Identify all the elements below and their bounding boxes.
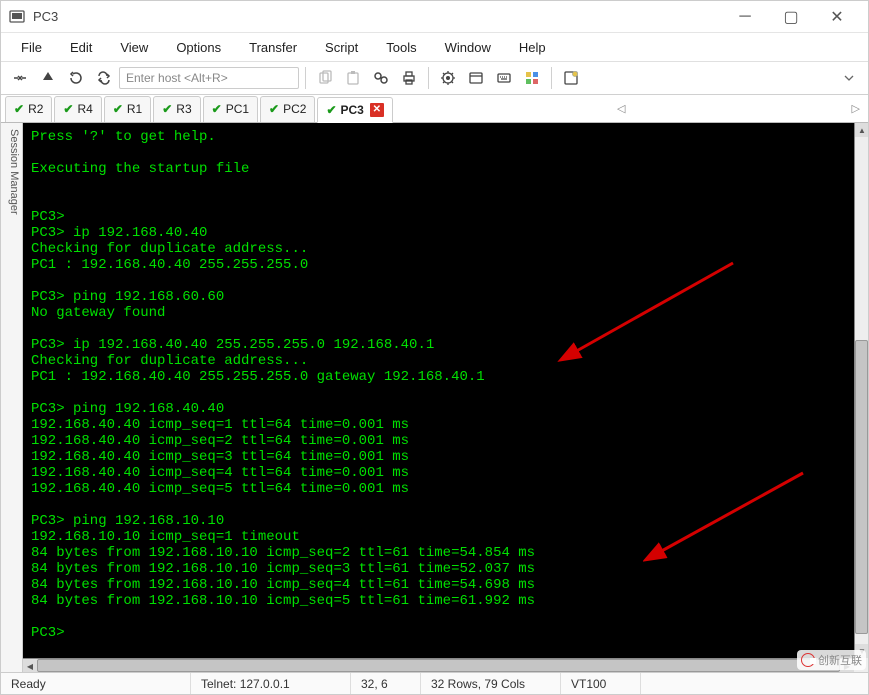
check-icon: ✔	[14, 102, 24, 116]
host-input[interactable]: Enter host <Alt+R>	[119, 67, 299, 89]
toolbar: Enter host <Alt+R>	[1, 61, 868, 95]
keyword-highlight-icon[interactable]	[519, 65, 545, 91]
session-manager-sidebar[interactable]: Session Manager	[1, 123, 23, 672]
tab-pc3[interactable]: ✔PC3✕	[317, 97, 392, 123]
check-icon: ✔	[63, 102, 73, 116]
terminal-pane[interactable]: Press '?' to get help. Executing the sta…	[23, 123, 868, 672]
tab-r2[interactable]: ✔R2	[5, 96, 52, 122]
app-icon	[9, 9, 25, 25]
window-controls: ─ ▢ ✕	[722, 1, 860, 33]
tab-r3[interactable]: ✔R3	[153, 96, 200, 122]
copy-icon[interactable]	[312, 65, 338, 91]
status-ready: Ready	[1, 673, 191, 694]
find-icon[interactable]	[368, 65, 394, 91]
status-connection: Telnet: 127.0.0.1	[191, 673, 351, 694]
help-icon[interactable]	[558, 65, 584, 91]
check-icon: ✔	[113, 102, 123, 116]
watermark: 创新互联	[797, 650, 866, 670]
status-size: 32 Rows, 79 Cols	[421, 673, 561, 694]
tab-r4[interactable]: ✔R4	[54, 96, 101, 122]
menu-file[interactable]: File	[7, 36, 56, 59]
paste-icon[interactable]	[340, 65, 366, 91]
status-cursor: 32, 6	[351, 673, 421, 694]
close-button[interactable]: ✕	[814, 1, 860, 33]
disconnect-icon[interactable]	[63, 65, 89, 91]
menu-options[interactable]: Options	[162, 36, 235, 59]
menubar: File Edit View Options Transfer Script T…	[1, 33, 868, 61]
scroll-thumb[interactable]	[37, 659, 840, 672]
vertical-scrollbar[interactable]: ▲ ▼	[854, 123, 868, 658]
tab-r1[interactable]: ✔R1	[104, 96, 151, 122]
check-icon: ✔	[269, 102, 279, 116]
tab-pc1[interactable]: ✔PC1	[203, 96, 258, 122]
quick-connect-icon[interactable]	[7, 65, 33, 91]
keymap-icon[interactable]	[491, 65, 517, 91]
reconnect-all-icon[interactable]	[91, 65, 117, 91]
scroll-thumb[interactable]	[855, 340, 868, 634]
toolbar-overflow-icon[interactable]	[836, 65, 862, 91]
menu-view[interactable]: View	[106, 36, 162, 59]
menu-edit[interactable]: Edit	[56, 36, 106, 59]
menu-transfer[interactable]: Transfer	[235, 36, 311, 59]
scroll-up-icon[interactable]: ▲	[855, 123, 868, 137]
options-icon[interactable]	[435, 65, 461, 91]
print-icon[interactable]	[396, 65, 422, 91]
menu-window[interactable]: Window	[431, 36, 505, 59]
tabbar: ✔R2 ✔R4 ✔R1 ✔R3 ✔PC1 ✔PC2 ✔PC3✕ ◁ ▷	[1, 95, 868, 123]
tab-nav-right[interactable]: ▷	[848, 102, 864, 115]
check-icon: ✔	[326, 103, 336, 117]
statusbar: Ready Telnet: 127.0.0.1 32, 6 32 Rows, 7…	[1, 672, 868, 694]
menu-script[interactable]: Script	[311, 36, 372, 59]
minimize-button[interactable]: ─	[722, 1, 768, 33]
window-title: PC3	[33, 9, 58, 24]
check-icon: ✔	[162, 102, 172, 116]
menu-tools[interactable]: Tools	[372, 36, 430, 59]
reconnect-icon[interactable]	[35, 65, 61, 91]
horizontal-scrollbar[interactable]: ◀ ▶	[23, 658, 854, 672]
maximize-button[interactable]: ▢	[768, 1, 814, 33]
host-placeholder: Enter host <Alt+R>	[126, 71, 228, 85]
tab-nav-left[interactable]: ◁	[613, 102, 629, 115]
check-icon: ✔	[212, 102, 222, 116]
menu-help[interactable]: Help	[505, 36, 560, 59]
main-area: Session Manager Press '?' to get help. E…	[1, 123, 868, 672]
terminal-output[interactable]: Press '?' to get help. Executing the sta…	[23, 123, 854, 658]
session-options-icon[interactable]	[463, 65, 489, 91]
status-emulation: VT100	[561, 673, 641, 694]
titlebar: PC3 ─ ▢ ✕	[1, 1, 868, 33]
tab-close-icon[interactable]: ✕	[370, 103, 384, 117]
tab-pc2[interactable]: ✔PC2	[260, 96, 315, 122]
scroll-left-icon[interactable]: ◀	[23, 659, 37, 672]
